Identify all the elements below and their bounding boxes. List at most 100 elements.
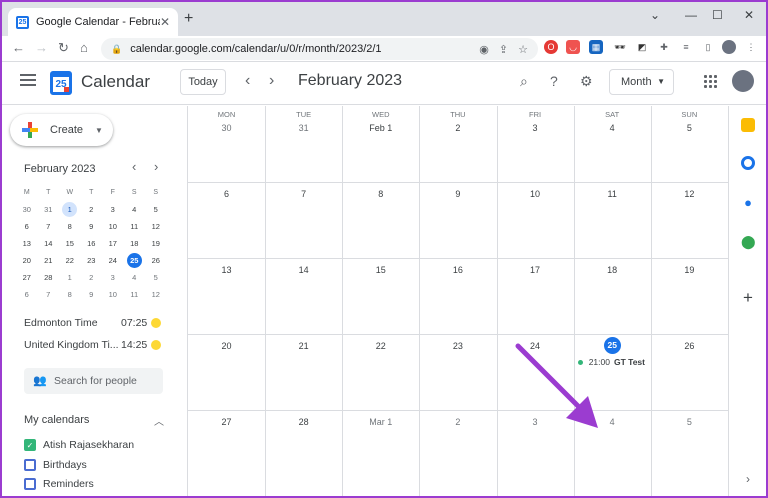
address-bar[interactable]: 🔒 calendar.google.com/calendar/u/0/r/mon… — [101, 38, 538, 60]
day-cell[interactable]: 24 — [497, 334, 574, 410]
next-month-icon[interactable]: › — [269, 72, 274, 90]
mini-day[interactable]: 11 — [124, 218, 146, 235]
day-cell[interactable]: 13 — [188, 258, 265, 334]
settings-gear-icon[interactable]: ⚙ — [580, 73, 593, 90]
day-number[interactable]: Feb 1 — [342, 123, 419, 133]
new-tab-icon[interactable]: + — [184, 10, 193, 28]
today-date-badge[interactable]: 25 — [603, 337, 621, 354]
mini-day[interactable]: 28 — [38, 269, 60, 286]
mini-day[interactable]: 3 — [102, 269, 124, 286]
day-number[interactable]: 15 — [342, 265, 419, 275]
mini-day[interactable]: 5 — [145, 201, 167, 218]
day-cell[interactable]: 30 — [188, 106, 265, 182]
mini-day[interactable]: 21 — [38, 252, 60, 269]
mini-day[interactable]: 6 — [16, 218, 38, 235]
maps-icon[interactable]: ⬤ — [741, 234, 756, 249]
calendar-extension-icon[interactable]: ▦ — [589, 40, 603, 54]
mini-day[interactable]: 11 — [124, 286, 146, 303]
day-cell[interactable]: Mar 1 — [342, 410, 419, 484]
tasks-icon[interactable] — [741, 156, 755, 170]
mini-day[interactable]: 14 — [38, 235, 60, 252]
mini-day[interactable]: 1 — [59, 201, 81, 218]
chevron-up-icon[interactable]: ︿ — [154, 413, 164, 428]
view-icon[interactable]: ◉ — [479, 43, 489, 56]
mini-day[interactable]: 2 — [81, 269, 103, 286]
day-number[interactable]: 2 — [419, 417, 496, 427]
day-number[interactable]: 2 — [419, 123, 496, 133]
calendar-item[interactable]: ✓ Atish Rajasekharan — [24, 439, 134, 451]
day-number[interactable]: 31 — [265, 123, 342, 133]
forward-icon[interactable]: → — [35, 40, 48, 55]
day-number[interactable]: 12 — [651, 189, 728, 199]
create-button[interactable]: Create ▼ — [10, 114, 113, 146]
day-cell[interactable]: 20 — [188, 334, 265, 410]
day-cell[interactable]: 5 — [651, 106, 728, 182]
day-cell[interactable]: 7 — [265, 182, 342, 258]
day-number[interactable]: 5 — [651, 123, 728, 133]
mini-day[interactable]: 4 — [124, 201, 146, 218]
mini-next-icon[interactable]: › — [154, 159, 158, 174]
day-number[interactable]: 4 — [574, 123, 651, 133]
mini-day[interactable]: 31 — [38, 201, 60, 218]
day-number[interactable]: 8 — [342, 189, 419, 199]
checkbox-icon[interactable] — [24, 478, 36, 490]
view-selector[interactable]: Month ▼ — [609, 69, 674, 95]
day-cell[interactable]: 5 — [651, 410, 728, 484]
side-panel-icon[interactable]: ▯ — [701, 40, 715, 54]
send-extension-icon[interactable]: ◩ — [635, 40, 649, 54]
day-cell[interactable]: 8 — [342, 182, 419, 258]
calendar-item[interactable]: Birthdays — [24, 459, 87, 471]
day-cell[interactable]: 2 — [419, 410, 496, 484]
mini-day[interactable]: 8 — [59, 218, 81, 235]
puzzle-extensions-icon[interactable]: ✚ — [657, 40, 671, 54]
mini-day[interactable]: 4 — [124, 269, 146, 286]
day-number[interactable]: 10 — [497, 189, 574, 199]
mini-day[interactable]: 3 — [102, 201, 124, 218]
day-cell[interactable]: 19 — [651, 258, 728, 334]
main-menu-icon[interactable] — [20, 74, 36, 86]
day-cell[interactable]: 21 — [265, 334, 342, 410]
mini-day[interactable]: 5 — [145, 269, 167, 286]
expand-panel-icon[interactable]: › — [741, 472, 755, 486]
day-cell[interactable]: 18 — [574, 258, 651, 334]
reading-list-icon[interactable]: ≡ — [679, 40, 693, 54]
mini-day[interactable]: 16 — [81, 235, 103, 252]
day-cell[interactable]: 22 — [342, 334, 419, 410]
day-number[interactable]: 18 — [574, 265, 651, 275]
day-cell[interactable]: 28 — [265, 410, 342, 484]
opera-extension-icon[interactable]: O — [544, 40, 558, 54]
google-apps-icon[interactable] — [704, 75, 717, 88]
day-cell[interactable]: 26 — [651, 334, 728, 410]
day-number[interactable]: 21 — [265, 341, 342, 351]
calendar-item[interactable]: Reminders — [24, 478, 94, 490]
day-cell[interactable]: 17 — [497, 258, 574, 334]
previous-month-icon[interactable]: ‹ — [245, 72, 250, 90]
day-cell[interactable]: 31 — [265, 106, 342, 182]
day-number[interactable]: 26 — [651, 341, 728, 351]
day-cell[interactable]: 12 — [651, 182, 728, 258]
day-cell[interactable]: 25 21:00 GT Test — [574, 334, 651, 410]
window-close-icon[interactable]: ✕ — [744, 8, 754, 22]
back-icon[interactable]: ← — [12, 40, 25, 55]
day-number[interactable]: 16 — [419, 265, 496, 275]
day-number[interactable]: 3 — [497, 123, 574, 133]
minimize-icon[interactable]: — — [685, 8, 697, 22]
search-people-input[interactable]: 👥 Search for people — [24, 368, 163, 394]
day-cell[interactable]: 2 — [419, 106, 496, 182]
day-cell[interactable]: Feb 1 — [342, 106, 419, 182]
keep-icon[interactable] — [741, 118, 755, 132]
mini-day[interactable]: 10 — [102, 286, 124, 303]
mini-day[interactable]: 23 — [81, 252, 103, 269]
checkbox-icon[interactable] — [24, 459, 36, 471]
mini-day[interactable]: 12 — [145, 218, 167, 235]
help-icon[interactable]: ? — [550, 73, 558, 89]
share-icon[interactable]: ⇪ — [499, 43, 508, 56]
reload-icon[interactable]: ↻ — [58, 40, 69, 56]
maximize-icon[interactable]: ☐ — [712, 8, 723, 22]
day-number[interactable]: 23 — [419, 341, 496, 351]
mini-day[interactable]: 7 — [38, 218, 60, 235]
profile-avatar-icon[interactable] — [722, 40, 736, 54]
mini-day[interactable]: 1 — [59, 269, 81, 286]
mini-day[interactable]: 15 — [59, 235, 81, 252]
day-cell[interactable]: 23 — [419, 334, 496, 410]
